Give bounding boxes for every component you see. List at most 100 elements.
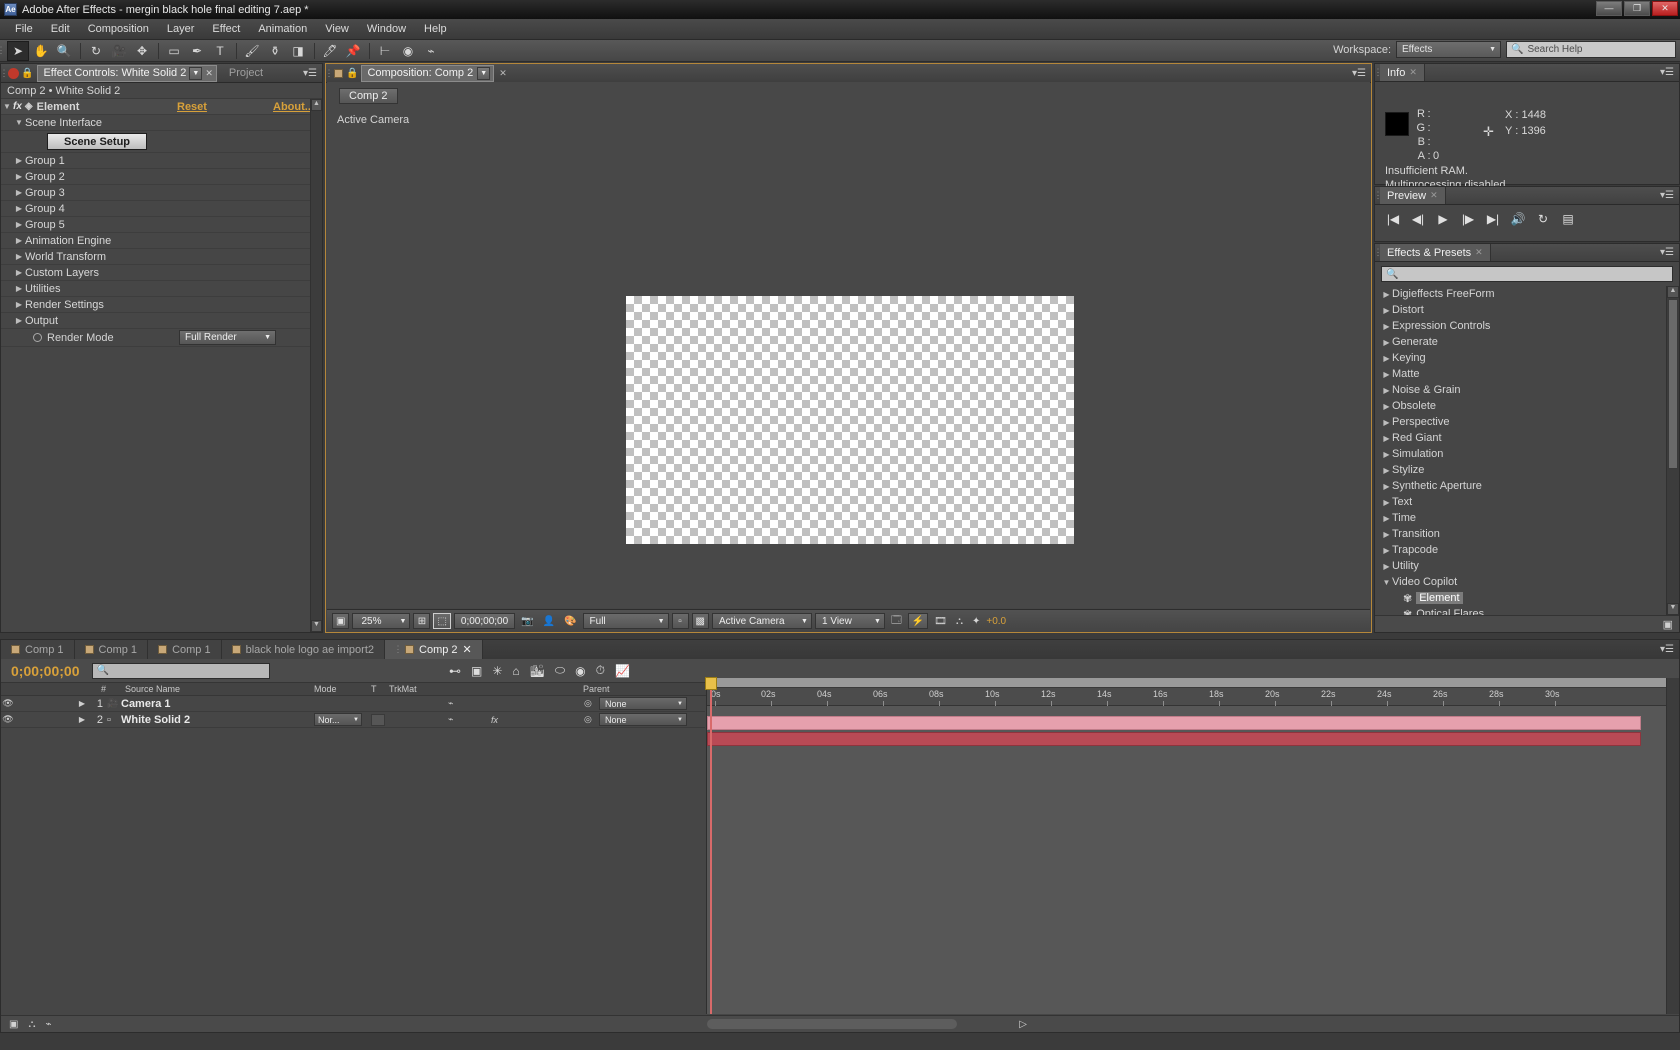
- effects-category[interactable]: ▶ Stylize: [1375, 462, 1666, 478]
- menu-layer[interactable]: Layer: [158, 21, 204, 37]
- twirl-right-icon[interactable]: ▶: [1381, 418, 1392, 427]
- panel-menu-icon[interactable]: ▾☰: [1660, 64, 1679, 81]
- tab-composition-comp2[interactable]: Composition: Comp 2 ▼: [361, 64, 495, 82]
- roto-brush-tool-icon[interactable]: 🖊: [319, 41, 341, 61]
- group-row-world-transform[interactable]: ▶ World Transform: [1, 249, 310, 265]
- menu-help[interactable]: Help: [415, 21, 456, 37]
- effects-category[interactable]: ▶ Noise & Grain: [1375, 382, 1666, 398]
- twirl-down-icon[interactable]: ▼: [13, 118, 25, 127]
- fast-previews-icon[interactable]: ⚡: [907, 613, 929, 629]
- close-button[interactable]: ✕: [1652, 1, 1678, 16]
- effects-category[interactable]: ▶ Digieffects FreeForm: [1375, 286, 1666, 302]
- effects-item-optical-flares[interactable]: ✾ Optical Flares: [1375, 606, 1666, 615]
- motion-blur-icon[interactable]: 🏙: [530, 664, 545, 678]
- play-icon[interactable]: ▶: [1435, 212, 1451, 226]
- group-row-1[interactable]: ▶ Group 1: [1, 153, 310, 169]
- resolution-select[interactable]: Full ▼: [582, 613, 669, 629]
- stopwatch-icon[interactable]: [33, 333, 42, 342]
- table-row[interactable]: 👁 ▶ 1 🎥 Camera 1 ⌁ ◎ None ▼: [1, 696, 705, 712]
- effects-category-video-copilot[interactable]: ▼ Video Copilot: [1375, 574, 1666, 590]
- menu-window[interactable]: Window: [358, 21, 415, 37]
- graph-editor-icon[interactable]: ⌁: [45, 1019, 51, 1030]
- minimize-button[interactable]: —: [1596, 1, 1622, 16]
- twirl-right-icon[interactable]: ▶: [75, 715, 89, 724]
- twirl-right-icon[interactable]: ▶: [1381, 498, 1392, 507]
- twirl-right-icon[interactable]: ▶: [1381, 514, 1392, 523]
- zoom-select[interactable]: 25% ▼: [352, 613, 411, 629]
- group-row-utilities[interactable]: ▶ Utilities: [1, 281, 310, 297]
- menu-composition[interactable]: Composition: [79, 21, 158, 37]
- effects-category-list[interactable]: ▶ Digieffects FreeForm ▶ Distort ▶ Expressi…: [1375, 286, 1666, 615]
- pixel-aspect-correction-icon[interactable]: 🗔: [888, 613, 905, 630]
- timeline-tab[interactable]: Comp 1: [148, 640, 222, 659]
- lock-icon[interactable]: 🔒: [21, 68, 33, 79]
- brainstorm-icon[interactable]: ⬭: [555, 663, 565, 678]
- last-frame-icon[interactable]: ▶|: [1485, 212, 1501, 226]
- current-time-indicator-head[interactable]: [705, 677, 717, 690]
- menu-view[interactable]: View: [316, 21, 358, 37]
- puppet-pin-tool-icon[interactable]: 📌: [342, 41, 364, 61]
- align-left-icon[interactable]: ⊢: [374, 41, 396, 61]
- scroll-down-button[interactable]: ▼: [311, 620, 322, 632]
- brush-tool-icon[interactable]: 🖌: [241, 41, 263, 61]
- panel-menu-icon[interactable]: ▾☰: [303, 68, 322, 79]
- group-row-3[interactable]: ▶ Group 3: [1, 185, 310, 201]
- zoom-tool-icon[interactable]: 🔍: [53, 41, 75, 61]
- effects-category[interactable]: ▶ Synthetic Aperture: [1375, 478, 1666, 494]
- fx-icon[interactable]: fx: [491, 715, 498, 725]
- new-folder-icon[interactable]: ▣: [1663, 618, 1673, 631]
- menu-effect[interactable]: Effect: [203, 21, 249, 37]
- show-channel-icon[interactable]: 🎨: [561, 616, 579, 627]
- always-preview-this-view-icon[interactable]: ▣: [332, 613, 350, 629]
- twirl-right-icon[interactable]: ▶: [13, 188, 25, 197]
- timeline-search-input[interactable]: 🔍: [91, 662, 270, 679]
- transform-shy-icon[interactable]: ⌁: [448, 714, 453, 725]
- effects-category[interactable]: ▶ Distort: [1375, 302, 1666, 318]
- search-help-input[interactable]: 🔍 Search Help: [1506, 41, 1676, 58]
- group-row-2[interactable]: ▶ Group 2: [1, 169, 310, 185]
- hand-tool-icon[interactable]: ✋: [30, 41, 52, 61]
- toggle-switches-modes-icon[interactable]: ▣: [9, 1019, 18, 1030]
- timeline-work-area-bar[interactable]: [707, 678, 1666, 688]
- camera-view-select[interactable]: Active Camera ▼: [711, 613, 812, 629]
- twirl-right-icon[interactable]: ▶: [1381, 370, 1392, 379]
- group-row-4[interactable]: ▶ Group 4: [1, 201, 310, 217]
- first-frame-icon[interactable]: |◀: [1385, 212, 1401, 226]
- twirl-right-icon[interactable]: ▶: [13, 284, 25, 293]
- menu-file[interactable]: File: [6, 21, 42, 37]
- scrollbar-thumb[interactable]: [1668, 299, 1678, 469]
- eraser-tool-icon[interactable]: ◨: [287, 41, 309, 61]
- lock-icon[interactable]: 🔒: [346, 68, 358, 79]
- twirl-right-icon[interactable]: ▶: [1381, 530, 1392, 539]
- panel-menu-icon[interactable]: ▾☰: [1660, 244, 1679, 261]
- audio-icon[interactable]: 🔊: [1510, 212, 1526, 226]
- panel-menu-icon[interactable]: ▾☰: [1660, 640, 1679, 659]
- tab-effect-controls[interactable]: Effect Controls: White Solid 2 ▼ ✕: [37, 64, 217, 82]
- twirl-right-icon[interactable]: ▶: [1381, 546, 1392, 555]
- chevron-down-icon[interactable]: ▼: [189, 66, 203, 80]
- visibility-icon[interactable]: 👁: [1, 698, 15, 709]
- twirl-right-icon[interactable]: ▶: [13, 236, 25, 245]
- tab-project[interactable]: Project: [217, 67, 275, 79]
- zoom-in-icon[interactable]: ▷: [1019, 1019, 1027, 1030]
- close-icon[interactable]: ✕: [1409, 67, 1417, 78]
- region-of-interest-icon[interactable]: ⬚: [433, 613, 451, 629]
- auto-keyframe-icon[interactable]: ◉: [575, 664, 585, 678]
- timeline-vertical-scrollbar[interactable]: [1666, 678, 1679, 1014]
- timeline-tab-comp2[interactable]: ⋮ Comp 2 ✕: [385, 640, 483, 659]
- effects-category[interactable]: ▶ Keying: [1375, 350, 1666, 366]
- twirl-right-icon[interactable]: ▶: [1381, 402, 1392, 411]
- close-icon[interactable]: ✕: [1430, 190, 1438, 201]
- twirl-right-icon[interactable]: ▶: [13, 300, 25, 309]
- group-row-5[interactable]: ▶ Group 5: [1, 217, 310, 233]
- preserve-transparency-toggle[interactable]: [371, 713, 385, 726]
- frame-blending-icon[interactable]: ⌂: [512, 664, 519, 678]
- pen-tool-icon[interactable]: ✒: [186, 41, 208, 61]
- scroll-up-button[interactable]: ▲: [1667, 286, 1679, 298]
- effects-category[interactable]: ▶ Red Giant: [1375, 430, 1666, 446]
- effects-category[interactable]: ▶ Expression Controls: [1375, 318, 1666, 334]
- pan-behind-tool-icon[interactable]: ✥: [131, 41, 153, 61]
- region-of-interest-toggle-icon[interactable]: ▫: [671, 613, 689, 629]
- twirl-right-icon[interactable]: ▶: [1381, 434, 1392, 443]
- previous-frame-icon[interactable]: ◀|: [1410, 212, 1426, 226]
